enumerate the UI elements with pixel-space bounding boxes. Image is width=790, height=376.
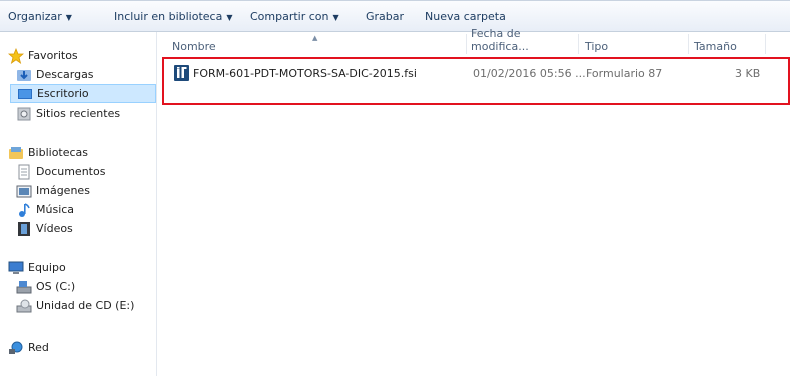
nav-images-label: Imágenes bbox=[36, 184, 90, 197]
nav-documents-label: Documentos bbox=[36, 165, 106, 178]
nav-cd-drive[interactable]: Unidad de CD (E:) bbox=[16, 296, 156, 315]
column-divider[interactable] bbox=[466, 34, 467, 54]
nav-videos[interactable]: Vídeos bbox=[16, 219, 156, 238]
cd-drive-icon bbox=[16, 298, 32, 314]
column-divider[interactable] bbox=[578, 34, 579, 54]
hard-drive-icon bbox=[16, 279, 32, 295]
nav-libraries-label: Bibliotecas bbox=[28, 146, 89, 159]
new-folder-button[interactable]: Nueva carpeta bbox=[425, 10, 506, 23]
nav-documents[interactable]: Documentos bbox=[16, 162, 156, 181]
file-type: Formulario 87 bbox=[586, 67, 663, 80]
downloads-folder-icon bbox=[16, 67, 32, 83]
videos-film-icon bbox=[16, 221, 32, 237]
include-library-button[interactable]: Incluir en biblioteca ▼ bbox=[114, 10, 233, 23]
file-size: 3 KB bbox=[735, 67, 761, 80]
chevron-down-icon: ▼ bbox=[226, 13, 233, 22]
file-row[interactable]: FORM-601-PDT-MOTORS-SA-DIC-2015.fsi 01/0… bbox=[172, 65, 782, 83]
sort-ascending-icon: ▲ bbox=[312, 34, 318, 42]
column-divider[interactable] bbox=[688, 34, 689, 54]
column-divider[interactable] bbox=[765, 34, 766, 54]
organize-label: Organizar bbox=[8, 10, 62, 23]
nav-images[interactable]: Imágenes bbox=[16, 181, 156, 200]
nav-network[interactable]: Red bbox=[8, 338, 164, 357]
network-icon bbox=[8, 340, 24, 356]
nav-network-label: Red bbox=[28, 341, 49, 354]
nav-drive-c-label: OS (C:) bbox=[36, 280, 76, 293]
documents-icon bbox=[16, 164, 32, 180]
nav-favorites[interactable]: Favoritos bbox=[7, 46, 164, 65]
nav-downloads-label: Descargas bbox=[36, 68, 94, 81]
nav-computer[interactable]: Equipo bbox=[8, 258, 164, 277]
desktop-icon bbox=[17, 86, 33, 102]
nav-drive-c[interactable]: OS (C:) bbox=[16, 277, 156, 296]
chevron-down-icon: ▼ bbox=[65, 13, 72, 22]
nav-recent-places[interactable]: Sitios recientes bbox=[16, 104, 156, 123]
include-library-label: Incluir en biblioteca bbox=[114, 10, 223, 23]
nav-videos-label: Vídeos bbox=[36, 222, 73, 235]
navigation-pane: Favoritos Descargas Escritorio Sitios re… bbox=[0, 32, 157, 376]
nav-music[interactable]: Música bbox=[16, 200, 156, 219]
column-header-date[interactable]: Fecha de modifica... bbox=[471, 27, 575, 56]
chevron-down-icon: ▼ bbox=[332, 13, 339, 22]
star-icon bbox=[7, 47, 25, 64]
recent-places-icon bbox=[16, 106, 32, 122]
share-with-button[interactable]: Compartir con ▼ bbox=[250, 10, 339, 23]
burn-label: Grabar bbox=[366, 10, 405, 23]
new-folder-label: Nueva carpeta bbox=[425, 10, 506, 23]
column-header-name-label: Nombre bbox=[172, 40, 216, 53]
column-header-date-label: Fecha de modifica... bbox=[471, 27, 529, 53]
form-file-icon bbox=[174, 65, 189, 81]
nav-favorites-label: Favoritos bbox=[28, 49, 78, 62]
computer-icon bbox=[8, 260, 24, 276]
nav-music-label: Música bbox=[36, 203, 75, 216]
images-icon bbox=[16, 183, 32, 199]
column-header-type-label: Tipo bbox=[585, 40, 609, 53]
organize-button[interactable]: Organizar ▼ bbox=[8, 10, 72, 23]
burn-button[interactable]: Grabar bbox=[366, 10, 404, 23]
music-note-icon bbox=[16, 202, 32, 218]
command-bar: Organizar ▼ Incluir en biblioteca ▼ Compar… bbox=[0, 0, 790, 32]
nav-libraries[interactable]: Bibliotecas bbox=[8, 143, 164, 162]
file-date: 01/02/2016 05:56 ... bbox=[473, 67, 586, 80]
column-header-type[interactable]: Tipo bbox=[585, 32, 685, 56]
nav-downloads[interactable]: Descargas bbox=[16, 65, 156, 84]
libraries-folder-icon bbox=[8, 145, 24, 161]
file-name: FORM-601-PDT-MOTORS-SA-DIC-2015.fsi bbox=[193, 67, 417, 80]
column-header-size[interactable]: Tamaño bbox=[694, 32, 764, 56]
nav-desktop-label: Escritorio bbox=[37, 87, 89, 100]
nav-computer-label: Equipo bbox=[28, 261, 66, 274]
column-header-size-label: Tamaño bbox=[694, 40, 737, 53]
nav-cd-drive-label: Unidad de CD (E:) bbox=[36, 299, 135, 312]
nav-recent-places-label: Sitios recientes bbox=[36, 107, 121, 120]
share-with-label: Compartir con bbox=[250, 10, 329, 23]
nav-desktop[interactable]: Escritorio bbox=[10, 84, 156, 103]
